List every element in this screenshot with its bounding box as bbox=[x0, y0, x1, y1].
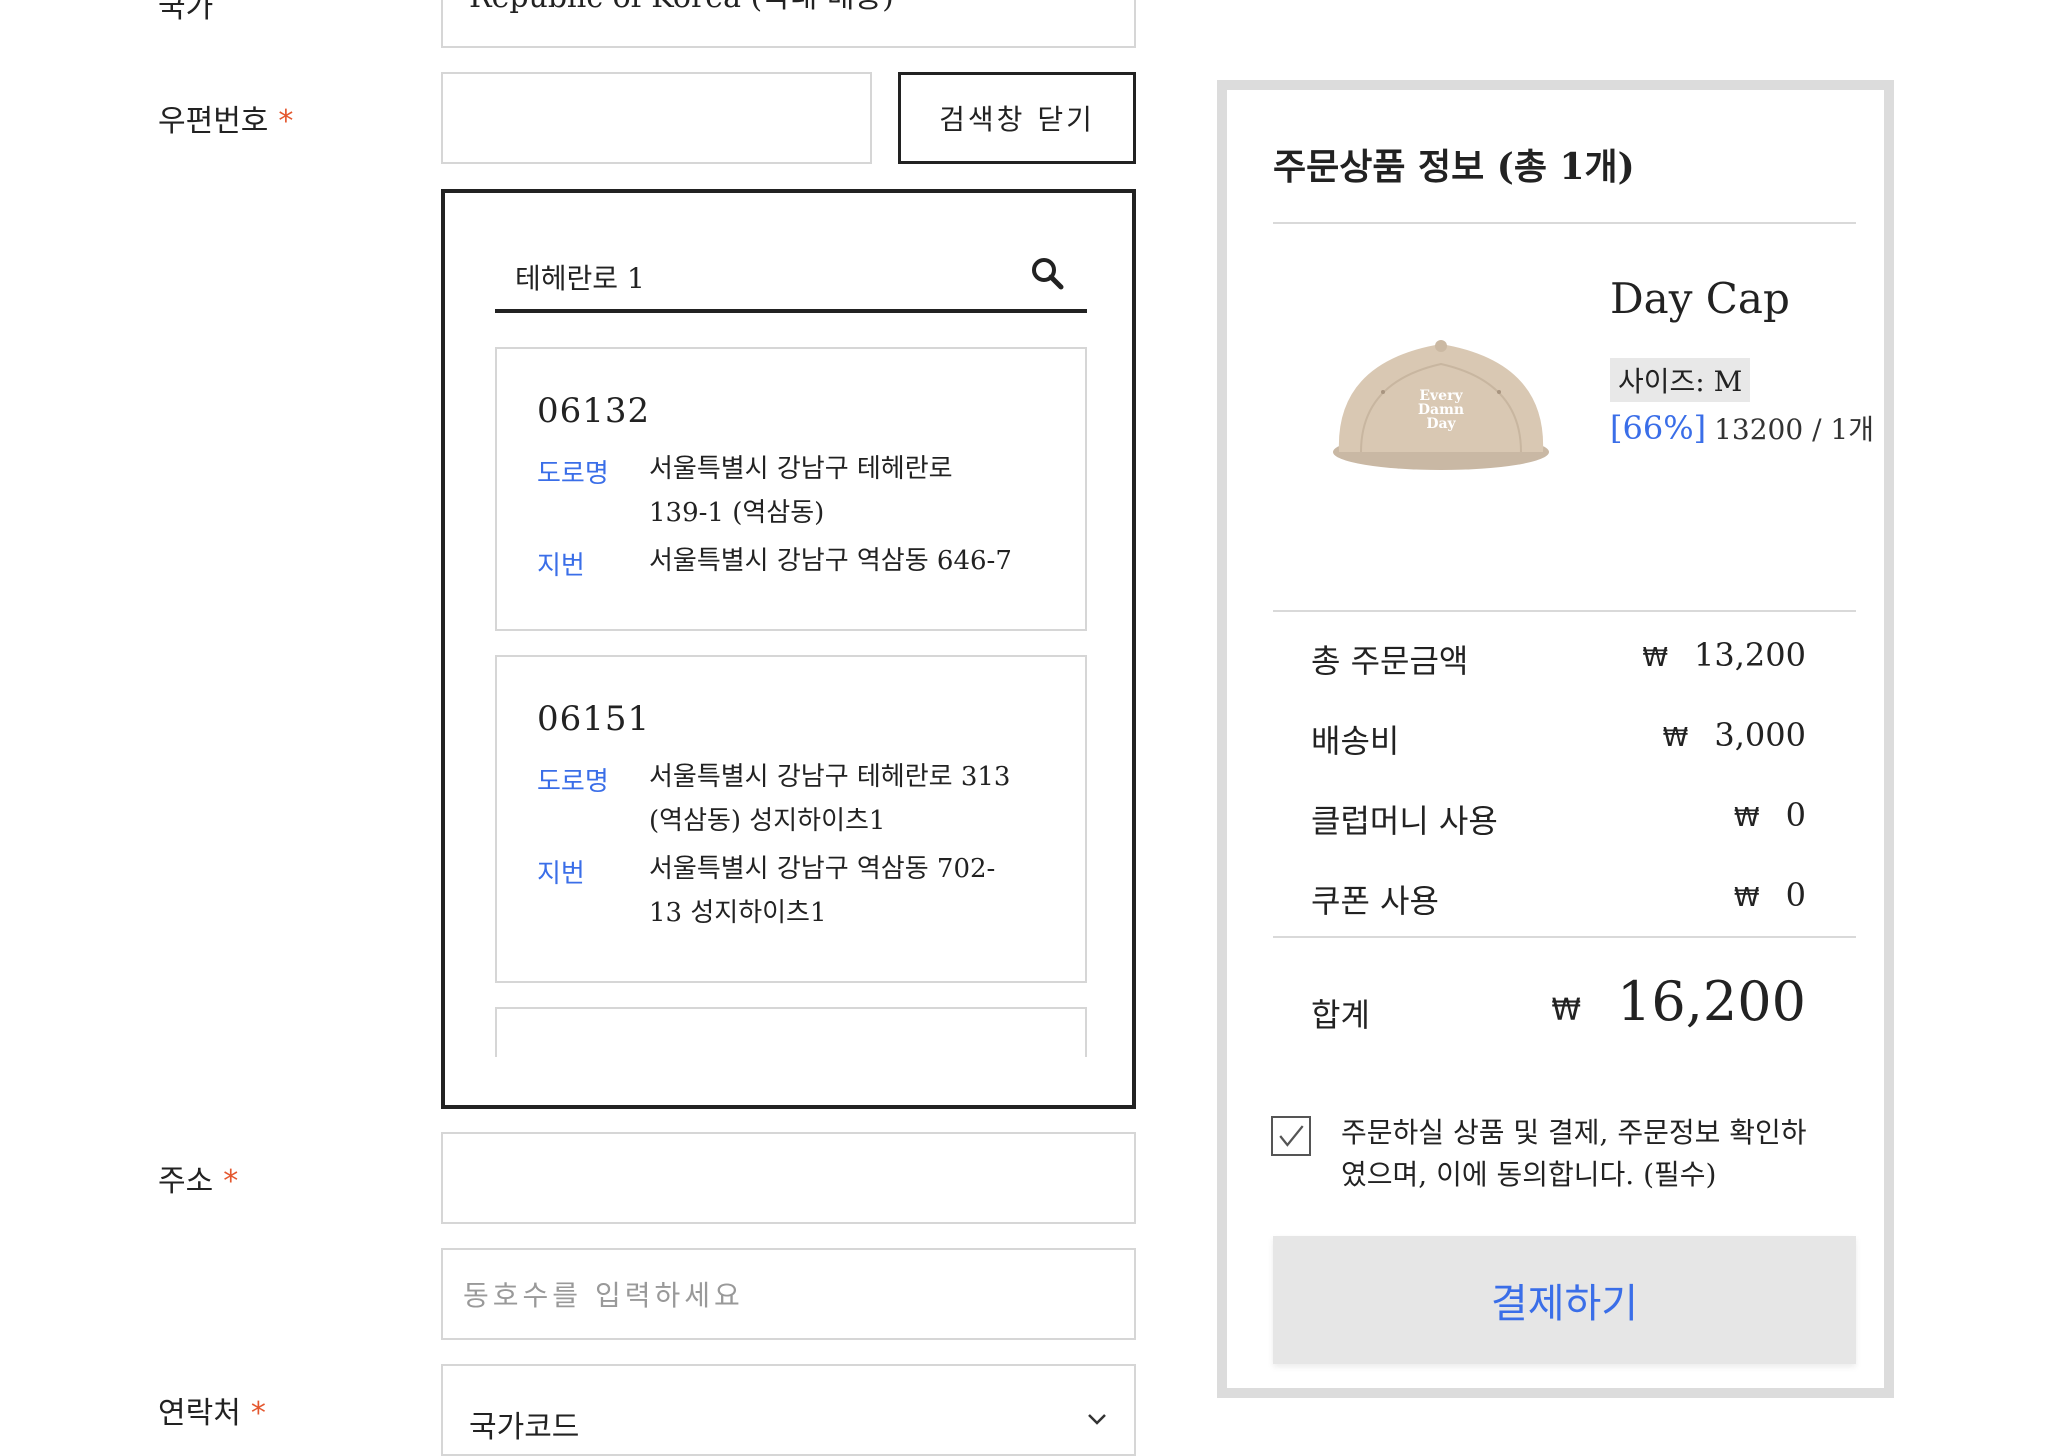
product-name: Day Cap bbox=[1610, 274, 1790, 323]
jibun-address: 서울특별시 강남구 역삼동 702- 13 성지하이츠1 bbox=[649, 854, 996, 928]
result-zip: 06151 bbox=[537, 699, 651, 739]
required-mark: * bbox=[223, 1164, 239, 1199]
shipping-fee-label: 배송비 bbox=[1311, 722, 1400, 760]
address-detail-placeholder: 동호수를 입력하세요 bbox=[463, 1279, 744, 1312]
product-size: 사이즈: M bbox=[1610, 358, 1751, 402]
discount-rate: [66%] bbox=[1610, 409, 1707, 447]
zipcode-input[interactable] bbox=[441, 72, 872, 164]
price-quantity: 13200 / 1개 bbox=[1714, 413, 1874, 446]
address-result-item[interactable]: 06151 도로명 서울특별시 강남구 테헤란로 313 (역삼동) 성지하이츠… bbox=[495, 655, 1087, 983]
coupon-label: 쿠폰 사용 bbox=[1311, 882, 1439, 920]
jibun-tag: 지번 bbox=[537, 551, 585, 581]
close-search-button[interactable]: 검색창 닫기 bbox=[898, 72, 1136, 164]
road-name-tag: 도로명 bbox=[537, 767, 609, 797]
search-icon[interactable] bbox=[1029, 255, 1065, 291]
address-detail-input[interactable]: 동호수를 입력하세요 bbox=[441, 1248, 1136, 1340]
check-icon bbox=[1279, 1125, 1304, 1147]
address-search-query: 테헤란로 1 bbox=[515, 262, 645, 295]
order-summary-panel: 주문상품 정보 (총 1개) Every Damn Day Day Cap 사이… bbox=[1217, 80, 1894, 1398]
grand-total-label: 합계 bbox=[1311, 996, 1370, 1034]
address-search-field[interactable]: 테헤란로 1 bbox=[495, 233, 1087, 313]
divider bbox=[1273, 936, 1856, 938]
country-code-select[interactable]: 국가코드 bbox=[441, 1364, 1136, 1456]
road-name-tag: 도로명 bbox=[537, 459, 609, 489]
order-title: 주문상품 정보 (총 1개) bbox=[1273, 146, 1635, 188]
coupon-value: ₩0 bbox=[1733, 876, 1806, 914]
agree-checkbox[interactable] bbox=[1271, 1116, 1311, 1156]
shipping-fee-value: ₩3,000 bbox=[1662, 716, 1806, 754]
total-order-amount-value: ₩13,200 bbox=[1642, 636, 1806, 674]
result-zip: 06132 bbox=[537, 391, 651, 431]
address-results-list[interactable]: 06132 도로명 서울특별시 강남구 테헤란로 139-1 (역삼동) 지번 … bbox=[495, 347, 1087, 1057]
divider bbox=[1273, 222, 1856, 224]
address-result-item[interactable]: 06132 도로명 서울특별시 강남구 테헤란로 139-1 (역삼동) 지번 … bbox=[495, 347, 1087, 631]
club-money-value: ₩0 bbox=[1733, 796, 1806, 834]
svg-text:Day: Day bbox=[1426, 416, 1456, 432]
address-search-popup: 테헤란로 1 06132 도로명 서울특별시 강남구 테헤란로 139-1 (역… bbox=[441, 189, 1136, 1109]
country-select-value: Republic of Korea (국내 배송) bbox=[469, 0, 894, 16]
country-label: 국가 bbox=[158, 0, 214, 25]
address-label: 주소 * bbox=[158, 1164, 239, 1199]
zipcode-label: 우편번호 * bbox=[158, 104, 294, 139]
road-address: 서울특별시 강남구 테헤란로 139-1 (역삼동) bbox=[649, 454, 953, 528]
club-money-label: 클럽머니 사용 bbox=[1311, 802, 1498, 840]
pay-button[interactable]: 결제하기 bbox=[1273, 1236, 1856, 1364]
divider bbox=[1273, 610, 1856, 612]
required-mark: * bbox=[250, 1396, 266, 1431]
agree-text: 주문하실 상품 및 결제, 주문정보 확인하였으며, 이에 동의합니다. (필수… bbox=[1341, 1116, 1807, 1191]
required-mark: * bbox=[278, 104, 294, 139]
jibun-address: 서울특별시 강남구 역삼동 646-7 bbox=[649, 546, 1012, 576]
chevron-down-icon bbox=[1086, 1408, 1108, 1430]
country-select[interactable]: Republic of Korea (국내 배송) bbox=[441, 0, 1136, 48]
address-result-item-partial[interactable] bbox=[495, 1007, 1087, 1057]
jibun-tag: 지번 bbox=[537, 859, 585, 889]
product-price: [66%] 13200 / 1개 bbox=[1610, 408, 1874, 448]
address-input[interactable] bbox=[441, 1132, 1136, 1224]
country-code-value: 국가코드 bbox=[469, 1410, 580, 1445]
cap-product-image: Every Damn Day bbox=[1321, 302, 1561, 492]
grand-total-value: ₩16,200 bbox=[1551, 970, 1806, 1033]
road-address: 서울특별시 강남구 테헤란로 313 (역삼동) 성지하이츠1 bbox=[649, 762, 1011, 836]
total-order-amount-label: 총 주문금액 bbox=[1311, 642, 1469, 680]
contact-label: 연락처 * bbox=[158, 1396, 266, 1431]
